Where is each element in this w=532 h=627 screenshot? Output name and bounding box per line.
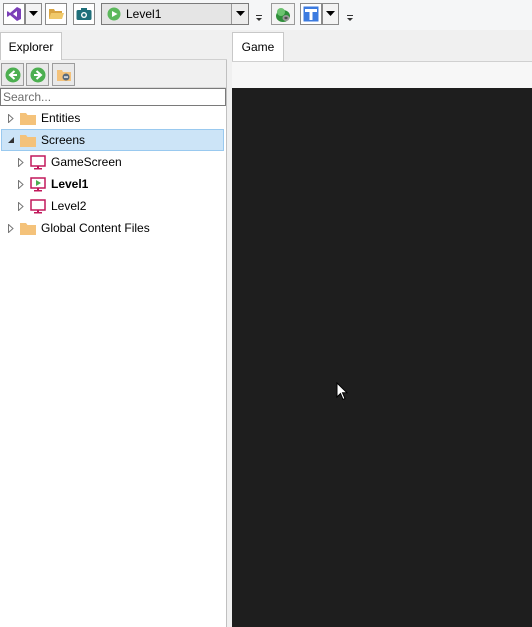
explorer-nav-bar <box>0 60 226 88</box>
tree-node-label: Level1 <box>51 177 89 191</box>
expand-arrow-icon[interactable] <box>6 113 16 123</box>
screenshot-button[interactable] <box>73 3 95 25</box>
expand-arrow-icon[interactable] <box>16 201 26 211</box>
collapse-folder-icon <box>56 69 71 81</box>
tree-node-global-content-files[interactable]: Global Content Files <box>6 217 224 239</box>
visual-studio-dropdown[interactable] <box>25 3 42 25</box>
folder-icon <box>20 110 36 126</box>
back-arrow-icon <box>5 67 20 82</box>
tree-node-entities[interactable]: Entities <box>6 107 224 129</box>
tiled-tool-icon <box>303 6 319 22</box>
tree-node-label: Global Content Files <box>41 221 150 235</box>
tree-node-label: Level2 <box>51 199 87 213</box>
tree-node-label: Screens <box>41 133 86 147</box>
tree-node-gamescreen[interactable]: GameScreen <box>16 151 224 173</box>
play-circle-icon <box>107 7 121 21</box>
search-input[interactable] <box>0 88 226 106</box>
open-folder-button[interactable] <box>45 3 67 25</box>
tab-explorer[interactable]: Explorer <box>0 32 62 61</box>
back-button[interactable] <box>1 63 24 86</box>
game-panel: Game <box>232 30 532 627</box>
forward-arrow-icon <box>30 67 45 82</box>
explorer-body: Entities Screens <box>0 60 227 627</box>
tab-game[interactable]: Game <box>232 32 284 61</box>
expand-arrow-icon[interactable] <box>6 223 16 233</box>
game-toolbar-strip <box>232 61 532 88</box>
toolbar-overflow-icon[interactable] <box>346 13 354 23</box>
expand-arrow-icon[interactable] <box>16 157 26 167</box>
screen-icon <box>30 198 46 214</box>
folder-icon <box>20 132 36 148</box>
collapse-arrow-icon[interactable] <box>6 135 16 145</box>
glue-tool-icon <box>276 8 290 22</box>
open-folder-icon <box>49 9 64 19</box>
mouse-cursor-icon <box>336 382 348 401</box>
screen-select-combo[interactable]: Level1 <box>101 3 249 25</box>
screen-select-dropdown-button[interactable] <box>231 4 248 24</box>
tree-node-level1[interactable]: Level1 <box>16 173 224 195</box>
tree-node-level2[interactable]: Level2 <box>16 195 224 217</box>
toolbar: Level1 <box>0 0 532 30</box>
explorer-panel: Explorer Search... Entities Screens Game… <box>0 30 227 627</box>
tree-node-label: GameScreen <box>51 155 122 169</box>
game-viewport[interactable] <box>232 88 532 627</box>
expand-arrow-icon[interactable] <box>16 179 26 189</box>
screen-icon <box>30 154 46 170</box>
visual-studio-icon <box>7 7 21 21</box>
chevron-down-icon <box>326 11 335 16</box>
tiled-tool-button[interactable] <box>300 3 322 25</box>
start-screen-icon <box>30 176 46 192</box>
forward-button[interactable] <box>26 63 49 86</box>
screen-select-value: Level1 <box>126 7 162 21</box>
tree-node-label: Entities <box>41 111 81 125</box>
tab-explorer-label: Explorer <box>8 40 54 54</box>
tree-node-screens[interactable]: Screens <box>1 129 224 151</box>
folder-icon <box>20 220 36 236</box>
chevron-down-icon <box>235 11 245 16</box>
toolbar-overflow-icon[interactable] <box>255 13 263 23</box>
chevron-down-icon <box>29 11 38 16</box>
tab-game-label: Game <box>241 40 275 54</box>
explorer-tabstrip: Explorer <box>0 30 227 61</box>
glue-tool-button[interactable] <box>271 3 295 25</box>
tiled-tool-dropdown[interactable] <box>322 3 339 25</box>
visual-studio-button[interactable] <box>3 3 25 25</box>
camera-icon <box>76 8 92 20</box>
collapse-all-button[interactable] <box>52 63 75 86</box>
